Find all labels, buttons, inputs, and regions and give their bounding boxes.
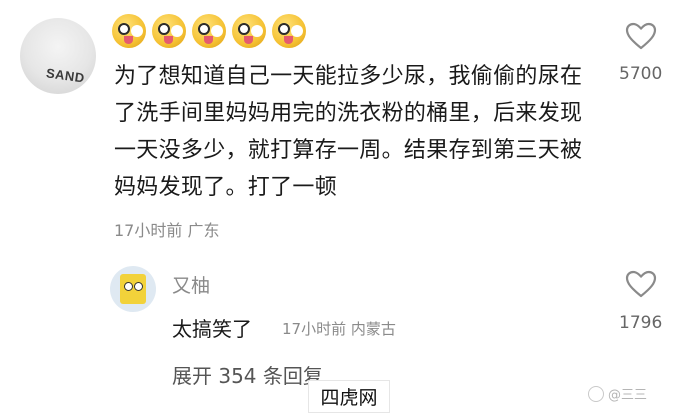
zany-face-icon bbox=[232, 14, 266, 48]
spongebob-avatar-image bbox=[120, 274, 146, 304]
watermark-text: 四虎网 bbox=[320, 387, 378, 409]
expand-replies-button[interactable]: 展开 354 条回复 bbox=[172, 360, 323, 389]
weibo-icon bbox=[588, 385, 604, 402]
zany-face-icon bbox=[272, 14, 306, 48]
zany-face-icon bbox=[112, 14, 146, 48]
reply-meta: 17小时前 内蒙古 bbox=[282, 320, 396, 338]
watermark-badge: 四虎网 bbox=[308, 380, 390, 413]
commenter-avatar[interactable]: SAND bbox=[20, 18, 96, 94]
zany-face-icon bbox=[192, 14, 226, 48]
reply-text: 太搞笑了 bbox=[172, 317, 252, 341]
avatar-shirt-text: SAND bbox=[45, 65, 86, 86]
like-count: 5700 bbox=[619, 64, 663, 84]
heart-icon[interactable] bbox=[625, 270, 657, 298]
comment-text: 为了想知道自己一天能拉多少尿，我偷偷的尿在了洗手间里妈妈用完的洗衣粉的桶里，后来… bbox=[114, 64, 583, 200]
corner-watermark: @三三 bbox=[588, 384, 647, 403]
reply-username[interactable]: 又柚 bbox=[172, 271, 210, 298]
reply-avatar[interactable] bbox=[110, 266, 156, 312]
comment-meta: 17小时前 广东 bbox=[114, 221, 220, 240]
reply-like-count: 1796 bbox=[619, 313, 663, 333]
corner-watermark-text: @三三 bbox=[608, 388, 648, 403]
heart-icon[interactable] bbox=[625, 22, 657, 50]
zany-face-icon bbox=[152, 14, 186, 48]
emoji-row bbox=[112, 14, 306, 52]
